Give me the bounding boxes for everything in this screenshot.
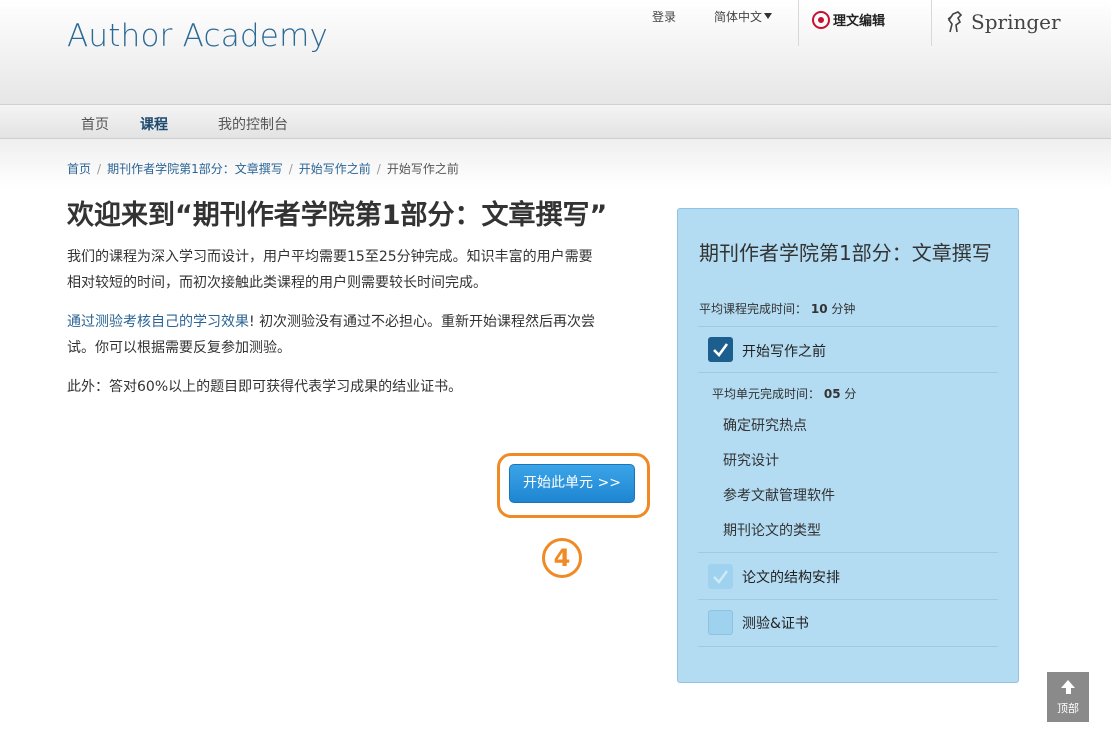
intro-paragraph: 我们的课程为深入学习而设计，用户平均需要15至25分钟完成。知识丰富的用户需要相… [67,249,593,291]
panel-title: 期刊作者学院第1部分：文章撰写 [699,241,992,265]
course-avg-unit: 分钟 [831,302,856,316]
site-logo[interactable]: Author Academy [67,18,328,54]
login-link[interactable]: 登录 [652,8,676,25]
language-label: 简体中文 [714,10,763,24]
divider [931,0,932,46]
course-avg-time: 平均课程完成时间： 10 分钟 [699,300,855,317]
unit-avg-label: 平均单元完成时间： [712,387,821,401]
site-header: Author Academy 登录 简体中文 理文编辑 Springer [0,0,1111,104]
unit-label[interactable]: 测验&证书 [742,613,809,633]
step-number-badge: 4 [542,538,582,578]
divider [698,372,998,373]
partner-logo-springer[interactable]: Springer [946,10,1061,34]
chevron-down-icon [764,13,773,19]
course-avg-label: 平均课程完成时间： [699,302,808,316]
liwen-logo-icon [812,10,830,29]
breadcrumb-course[interactable]: 期刊作者学院第1部分：文章撰写 [107,162,283,176]
nav-courses[interactable]: 课程 [140,114,168,134]
language-selector[interactable]: 简体中文 [714,8,773,25]
unit-checkbox-empty[interactable] [708,610,733,635]
course-avg-value: 10 [810,302,828,316]
nav-dashboard[interactable]: 我的控制台 [218,114,288,134]
lesson-item[interactable]: 研究设计 [723,450,779,470]
check-icon [713,343,729,357]
springer-horse-icon [947,11,963,33]
partner-name: 理文编辑 [833,14,886,29]
breadcrumb-separator: / [97,162,102,176]
breadcrumb-separator: / [376,162,381,176]
lesson-item[interactable]: 期刊论文的类型 [723,520,821,540]
lesson-item[interactable]: 参考文献管理软件 [723,485,835,505]
certificate-paragraph: 此外：答对60%以上的题目即可获得代表学习成果的结业证书。 [67,379,463,395]
quiz-paragraph: 通过测验考核自己的学习效果! 初次测验没有通过不必担心。重新开始课程然后再次尝试… [67,309,597,361]
page-title: 欢迎来到“期刊作者学院第1部分：文章撰写” [67,200,608,231]
divider [698,599,998,600]
divider [698,552,998,553]
breadcrumb: 首页 / 期刊作者学院第1部分：文章撰写 / 开始写作之前 / 开始写作之前 [67,160,459,177]
unit-label[interactable]: 论文的结构安排 [742,567,840,587]
unit-avg-unit: 分 [844,387,857,401]
breadcrumb-unit[interactable]: 开始写作之前 [299,162,371,176]
divider [698,646,998,647]
arrow-up-icon [1061,680,1075,688]
unit-label[interactable]: 开始写作之前 [742,341,826,361]
breadcrumb-separator: / [288,162,293,176]
main-nav: 首页 课程 我的控制台 [0,104,1111,139]
course-outline-panel: 期刊作者学院第1部分：文章撰写 平均课程完成时间： 10 分钟 开始写作之前 平… [677,208,1019,683]
start-unit-button[interactable]: 开始此单元 >> [509,464,635,503]
unit-checkbox-faint[interactable] [708,564,733,589]
arrow-stem [1065,688,1071,694]
lesson-item[interactable]: 确定研究热点 [723,415,807,435]
nav-home[interactable]: 首页 [81,114,109,134]
unit-avg-value: 05 [823,387,841,401]
unit-checkbox-checked[interactable] [708,337,733,362]
divider [798,0,799,46]
divider [698,326,998,327]
unit-avg-time: 平均单元完成时间： 05 分 [712,385,856,402]
partner-logo-liwen[interactable]: 理文编辑 [812,10,885,29]
back-to-top-label: 顶部 [1057,702,1079,715]
quiz-link[interactable]: 通过测验考核自己的学习效果 [67,314,249,330]
back-to-top-button[interactable]: 顶部 [1047,672,1089,722]
check-icon [713,570,728,584]
partner-name: Springer [971,10,1061,34]
breadcrumb-current: 开始写作之前 [386,162,459,176]
breadcrumb-home[interactable]: 首页 [67,162,91,176]
